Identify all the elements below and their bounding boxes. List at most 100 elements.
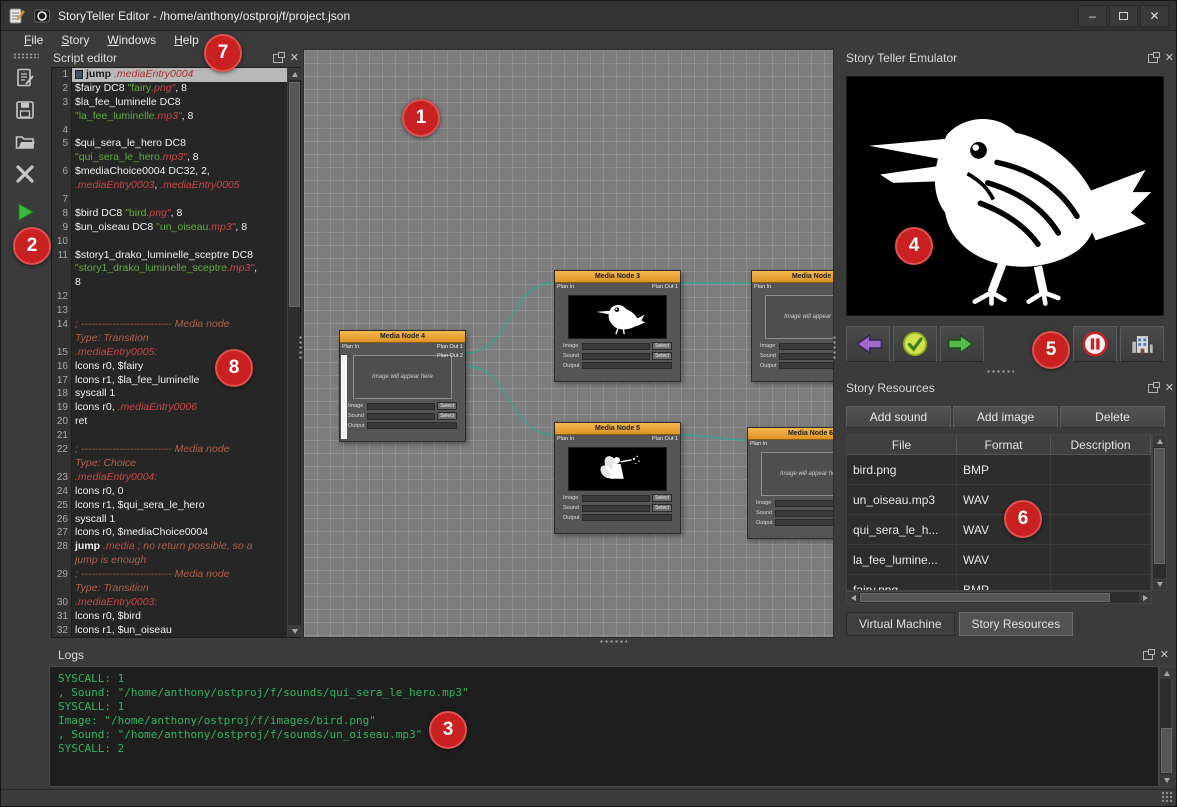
new-script-button[interactable] bbox=[12, 65, 38, 91]
field-value[interactable] bbox=[779, 353, 834, 360]
add-sound-button[interactable]: Add sound bbox=[846, 406, 951, 428]
splitter-handle[interactable] bbox=[599, 639, 627, 644]
code-text[interactable] bbox=[72, 429, 287, 443]
menu-help[interactable]: Help bbox=[165, 33, 208, 47]
output-port[interactable]: Plan Out 2 bbox=[437, 353, 463, 359]
field-value[interactable] bbox=[779, 343, 834, 350]
open-button[interactable] bbox=[12, 129, 38, 155]
code-text[interactable] bbox=[72, 235, 287, 249]
code-text[interactable]: $fairy DC8 "fairy.png", 8 bbox=[72, 82, 287, 96]
scroll-right-icon[interactable] bbox=[1139, 592, 1151, 603]
title-bar[interactable]: StoryTeller Editor - /home/anthony/ostpr… bbox=[1, 1, 1176, 31]
field-value[interactable] bbox=[775, 500, 834, 507]
code-text[interactable] bbox=[72, 290, 287, 304]
close-project-button[interactable] bbox=[12, 161, 38, 187]
resize-grip[interactable] bbox=[1161, 791, 1173, 803]
code-text[interactable]: "qui_sera_le_hero.mp3", 8 bbox=[72, 151, 287, 165]
back-button[interactable] bbox=[846, 326, 890, 362]
undock-icon[interactable] bbox=[1143, 651, 1153, 660]
graph-node[interactable]: Media Node 3Plan InPlan Out 1 ImageSelec… bbox=[554, 270, 681, 382]
scroll-down-icon[interactable] bbox=[1160, 774, 1173, 786]
code-text[interactable]: .mediaEntry0005: bbox=[72, 346, 287, 360]
field-value[interactable] bbox=[775, 519, 834, 526]
tab-virtual-machine[interactable]: Virtual Machine bbox=[846, 612, 955, 636]
input-port[interactable]: Plan In bbox=[557, 284, 574, 290]
undock-icon[interactable] bbox=[273, 54, 283, 63]
node-graph-canvas[interactable]: Media Node 4Plan InPlan Out 1Plan Out 2I… bbox=[303, 49, 834, 638]
logs-scrollbar[interactable] bbox=[1159, 666, 1172, 787]
add-image-button[interactable]: Add image bbox=[953, 406, 1058, 428]
code-text[interactable]: ret bbox=[72, 415, 287, 429]
splitter-handle[interactable] bbox=[832, 335, 837, 359]
toolbar-grip[interactable] bbox=[13, 53, 39, 59]
code-text[interactable] bbox=[72, 124, 287, 138]
code-text[interactable]: .mediaEntry0003, .mediaEntry0005 bbox=[72, 179, 287, 193]
scrollbar-thumb[interactable] bbox=[289, 82, 300, 307]
splitter-handle[interactable] bbox=[986, 369, 1014, 374]
field-value[interactable] bbox=[582, 495, 650, 502]
table-row[interactable]: bird.pngBMP bbox=[847, 455, 1151, 485]
code-text[interactable]: jump .mediaEntry0004 bbox=[72, 68, 287, 82]
node-title[interactable]: Media Node 5 bbox=[555, 423, 680, 435]
code-text[interactable]: lcons r0, $fairy bbox=[72, 360, 287, 374]
validate-button[interactable] bbox=[893, 326, 937, 362]
code-text[interactable]: $bird DC8 "bird.png", 8 bbox=[72, 207, 287, 221]
column-header[interactable]: Format bbox=[957, 435, 1051, 455]
column-header[interactable]: File bbox=[847, 435, 957, 455]
undock-icon[interactable] bbox=[1148, 384, 1158, 393]
select-button[interactable]: Select bbox=[437, 402, 457, 410]
menu-windows[interactable]: Windows bbox=[98, 33, 165, 47]
code-text[interactable]: lcons r1, $qui_sera_le_hero bbox=[72, 499, 287, 513]
code-text[interactable]: $la_fee_luminelle DC8 bbox=[72, 96, 287, 110]
code-text[interactable]: lcons r1, $un_oiseau bbox=[72, 624, 287, 637]
code-text[interactable]: 8 bbox=[72, 276, 287, 290]
code-text[interactable]: ; -------------------------- Media node bbox=[72, 568, 287, 582]
scroll-down-icon[interactable] bbox=[1153, 578, 1166, 590]
undock-icon[interactable] bbox=[1148, 54, 1158, 63]
code-text[interactable] bbox=[72, 304, 287, 318]
home-button[interactable] bbox=[1120, 326, 1164, 362]
field-value[interactable] bbox=[367, 403, 435, 410]
code-text[interactable]: syscall 1 bbox=[72, 513, 287, 527]
node-title[interactable]: Media Node 3 bbox=[555, 271, 680, 283]
node-title[interactable]: Media Node 4 bbox=[340, 331, 465, 343]
field-value[interactable] bbox=[582, 514, 672, 521]
field-value[interactable] bbox=[367, 422, 457, 429]
code-text[interactable]: $mediaChoice0004 DC32, 2, bbox=[72, 165, 287, 179]
code-text[interactable]: jump is enough bbox=[72, 554, 287, 568]
column-header[interactable]: Description bbox=[1051, 435, 1151, 455]
code-text[interactable]: $un_oiseau DC8 "un_oiseau.mp3", 8 bbox=[72, 221, 287, 235]
code-text[interactable]: $qui_sera_le_hero DC8 bbox=[72, 137, 287, 151]
select-button[interactable]: Select bbox=[652, 494, 672, 502]
maximize-button[interactable] bbox=[1109, 5, 1138, 27]
menu-file[interactable]: File bbox=[15, 33, 52, 47]
code-text[interactable]: $story1_drako_luminelle_sceptre DC8 bbox=[72, 249, 287, 263]
next-button[interactable] bbox=[940, 326, 984, 362]
splitter-handle[interactable] bbox=[298, 335, 303, 359]
field-value[interactable] bbox=[775, 510, 834, 517]
input-port[interactable]: Plan In bbox=[750, 441, 767, 447]
graph-node[interactable]: Media Node 5Plan InPlan Out 1 ImageSelec… bbox=[554, 422, 681, 534]
code-text[interactable]: .mediaEntry0004: bbox=[72, 471, 287, 485]
field-value[interactable] bbox=[582, 353, 650, 360]
close-button[interactable]: ✕ bbox=[1140, 5, 1169, 27]
output-port[interactable]: Plan Out 1 bbox=[652, 284, 678, 290]
code-text[interactable]: Type: Transition bbox=[72, 332, 287, 346]
scrollbar-thumb[interactable] bbox=[1154, 448, 1165, 564]
scrollbar-thumb[interactable] bbox=[860, 593, 1110, 602]
code-text[interactable]: ; -------------------------- Media node bbox=[72, 318, 287, 332]
code-text[interactable]: jump .media ; no return possible, so a bbox=[72, 540, 287, 554]
code-text[interactable]: "la_fee_luminelle.mp3", 8 bbox=[72, 110, 287, 124]
pause-button[interactable] bbox=[1073, 326, 1117, 362]
field-value[interactable] bbox=[779, 362, 834, 369]
table-row[interactable]: un_oiseau.mp3WAV bbox=[847, 485, 1151, 515]
node-title[interactable]: Media Node 2 bbox=[752, 271, 834, 283]
close-icon[interactable]: ✕ bbox=[1160, 650, 1169, 660]
output-port[interactable]: Plan Out 1 bbox=[437, 344, 463, 350]
select-button[interactable]: Select bbox=[652, 352, 672, 360]
graph-node[interactable]: Media Node 6Plan InImage will appear her… bbox=[747, 427, 834, 539]
code-text[interactable]: ; -------------------------- Media node bbox=[72, 443, 287, 457]
select-button[interactable]: Select bbox=[652, 504, 672, 512]
run-button[interactable] bbox=[12, 199, 38, 225]
save-button[interactable] bbox=[12, 97, 38, 123]
